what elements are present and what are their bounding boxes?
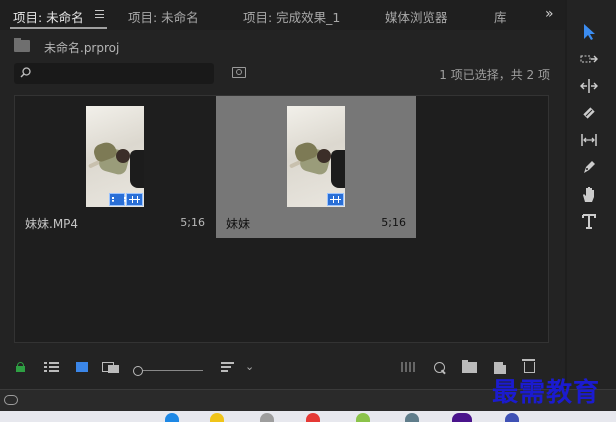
tab-project-untitled[interactable]: 项目: 未命名 <box>13 7 84 26</box>
zoom-slider[interactable] <box>133 366 203 376</box>
pen-tool-icon[interactable] <box>579 157 599 177</box>
taskbar-app-icon[interactable] <box>505 413 519 422</box>
bin-folder-icon[interactable] <box>14 38 30 52</box>
icon-view-icon[interactable] <box>76 362 88 372</box>
automate-to-sequence-icon[interactable] <box>401 362 417 372</box>
lock-icon[interactable] <box>16 362 26 372</box>
track-select-tool-icon[interactable] <box>579 49 599 69</box>
selection-status: 1 项已选择，共 2 项 <box>439 68 550 82</box>
chevron-down-icon[interactable]: ⌄ <box>245 360 254 373</box>
taskbar-app-icon[interactable] <box>356 413 370 422</box>
sequence-badge <box>327 193 344 206</box>
project-file-name: 未命名.prproj <box>44 41 120 55</box>
razor-tool-icon[interactable] <box>579 103 599 123</box>
media-item-sequence[interactable]: 妹妹 5;16 <box>216 96 416 238</box>
tab-bar: 项目: 未命名 项目: 未命名 项目: 完成效果_1 媒体浏览器 库 » <box>0 0 565 30</box>
taskbar-premiere-icon[interactable] <box>452 413 472 422</box>
sort-icon[interactable] <box>221 362 234 373</box>
active-tab-underline <box>10 27 107 29</box>
new-bin-icon[interactable] <box>462 360 477 373</box>
taskbar <box>0 411 616 422</box>
zoom-slider-handle[interactable] <box>133 366 143 376</box>
slip-tool-icon[interactable] <box>579 130 599 150</box>
ripple-edit-tool-icon[interactable] <box>579 76 599 96</box>
hamburger-menu-icon[interactable] <box>95 10 104 18</box>
item-name[interactable]: 妹妹.MP4 <box>25 215 78 232</box>
watermark: 最需教育 <box>492 378 601 408</box>
tab-media-browser[interactable]: 媒体浏览器 <box>385 7 448 26</box>
taskbar-app-icon[interactable] <box>210 413 224 422</box>
list-view-icon[interactable] <box>44 362 59 373</box>
type-tool-icon[interactable] <box>579 211 599 231</box>
taskbar-app-icon[interactable] <box>260 413 274 422</box>
hand-tool-icon[interactable] <box>579 184 599 204</box>
tools-panel <box>567 0 616 389</box>
freeform-view-icon[interactable] <box>102 362 120 373</box>
creative-cloud-icon[interactable] <box>4 395 18 405</box>
new-search-bin-icon[interactable] <box>232 67 246 78</box>
tab-project-untitled-2[interactable]: 项目: 未命名 <box>128 7 199 26</box>
sequence-thumbnail <box>287 106 345 207</box>
tab-project-finished-effect[interactable]: 项目: 完成效果_1 <box>243 7 340 26</box>
selection-tool-icon[interactable] <box>579 22 599 42</box>
item-name[interactable]: 妹妹 <box>226 215 250 232</box>
tab-libraries[interactable]: 库 <box>494 7 507 26</box>
taskbar-app-icon[interactable] <box>165 413 179 422</box>
clip-thumbnail <box>86 106 144 207</box>
media-item-clip[interactable]: 妹妹.MP4 5;16 <box>15 96 215 238</box>
magnifier-icon <box>20 67 31 78</box>
double-chevron-right-icon[interactable]: » <box>545 6 553 22</box>
bottom-toolbar: ⌄ <box>0 355 565 383</box>
audio-waveform-badge <box>126 193 143 206</box>
media-grid: 妹妹.MP4 5;16 妹妹 5;16 <box>14 95 549 343</box>
taskbar-app-icon[interactable] <box>306 413 320 422</box>
search-input[interactable] <box>14 63 214 84</box>
taskbar-app-icon[interactable] <box>405 413 419 422</box>
item-duration: 5;16 <box>180 216 205 229</box>
item-duration: 5;16 <box>381 216 406 229</box>
video-audio-badge <box>109 193 126 206</box>
find-icon[interactable] <box>434 362 445 373</box>
project-panel: 项目: 未命名 项目: 未命名 项目: 完成效果_1 媒体浏览器 库 » 未命名… <box>0 0 565 389</box>
